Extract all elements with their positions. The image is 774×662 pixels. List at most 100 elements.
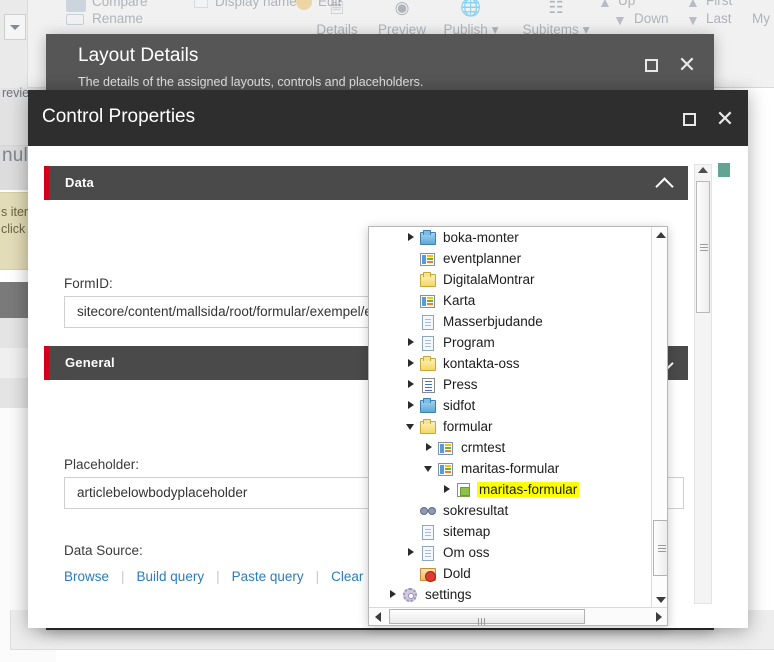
tree-collapse-toggle-icon[interactable] (405, 420, 418, 433)
tree-item[interactable]: kontakta-oss (369, 353, 651, 374)
maximize-icon (644, 58, 658, 72)
tree-item[interactable]: Dold (369, 563, 651, 584)
tree-expand-toggle-icon[interactable] (405, 357, 418, 370)
checkbox-icon[interactable] (194, 0, 208, 8)
tree-expand-toggle-icon[interactable] (405, 546, 418, 559)
layout-details-maximize-button[interactable] (638, 52, 664, 78)
tree-item[interactable]: DigitalaMontrar (369, 269, 651, 290)
tree-expand-toggle-icon[interactable] (423, 441, 436, 454)
tree-toggle-placeholder (405, 252, 418, 265)
scroll-right-arrow-icon (656, 611, 662, 622)
tree-scroll-right-button[interactable] (651, 608, 667, 625)
ribbon-details-button[interactable]: 🖹 Details (305, 0, 369, 37)
tree-expand-toggle-icon[interactable] (405, 336, 418, 349)
control-properties-titlebar: Control Properties ✕ (28, 90, 748, 146)
folder-red-icon (420, 566, 436, 582)
properties-vertical-scrollbar[interactable] (694, 164, 712, 604)
tree-scroll-down-button[interactable] (652, 592, 667, 608)
tree-item-label: Om oss (443, 545, 490, 560)
tree-hscrollbar-thumb[interactable] (389, 609, 585, 625)
double-chevron-up-icon: ▲ (686, 0, 700, 10)
ribbon-up-label[interactable]: Up (618, 0, 635, 8)
grid-item-icon (420, 293, 436, 309)
tree-item-label: sitemap (443, 524, 491, 539)
tree-item[interactable]: settings (369, 584, 651, 605)
document-green-icon (456, 482, 472, 498)
tree-item[interactable]: formular (369, 416, 651, 437)
tree-horizontal-scrollbar[interactable] (369, 607, 667, 625)
tree-vertical-scrollbar[interactable] (651, 227, 667, 608)
content-tree-popup: boka-monter eventplanner DigitalaMontrar Ka… (368, 226, 668, 626)
tree-expand-toggle-icon[interactable] (405, 378, 418, 391)
screen-root: Compare Display name Edit Rename 🖹 Detai… (0, 0, 774, 662)
list-item-icon (420, 377, 436, 393)
tree-expand-toggle-icon[interactable] (405, 399, 418, 412)
tree-expand-toggle-icon[interactable] (441, 483, 454, 496)
tree-item[interactable]: maritas-formular (369, 458, 651, 479)
preview-icon: ◉ (394, 0, 410, 17)
tree-item[interactable]: sitemap (369, 521, 651, 542)
tree-expand-toggle-icon[interactable] (405, 231, 418, 244)
ribbon-last-label[interactable]: Last (706, 11, 732, 26)
tree-item[interactable]: crmtest (369, 437, 651, 458)
background-notice-line-1: s iter (1, 205, 29, 219)
link-divider: | (121, 569, 125, 584)
close-icon: ✕ (715, 106, 735, 131)
ribbon-dropdown-button[interactable] (4, 14, 26, 40)
tree-scroll-up-button[interactable] (652, 227, 667, 243)
layout-details-close-button[interactable]: ✕ (674, 52, 700, 78)
ribbon-rename-label[interactable]: Rename (92, 11, 143, 26)
tree-item[interactable]: eventplanner (369, 248, 651, 269)
ribbon-publish-button[interactable]: 🌐 Publish ▾ (435, 0, 507, 38)
chevron-up-icon[interactable] (658, 176, 672, 190)
ribbon-first-label[interactable]: First (706, 0, 732, 8)
tree-scrollbar-thumb[interactable] (653, 520, 667, 576)
tree-item[interactable]: Om oss (369, 542, 651, 563)
formid-label: FormID: (64, 276, 113, 291)
control-properties-close-button[interactable]: ✕ (712, 106, 738, 132)
section-header-data[interactable]: Data (44, 166, 688, 200)
tree-item[interactable]: Press (369, 374, 651, 395)
tree-scroll-left-button[interactable] (370, 608, 386, 625)
ribbon-subitems-button[interactable]: ☷ Subitems ▾ (515, 0, 597, 38)
ribbon-myitems-label[interactable]: My i (752, 11, 774, 26)
double-chevron-down-icon: ▼ (686, 12, 700, 28)
grid-item-icon (420, 251, 436, 267)
compare-icon (66, 0, 86, 12)
tree-item[interactable]: maritas-formular (369, 479, 651, 500)
folder-blue-icon (420, 397, 436, 414)
document-icon (420, 524, 436, 540)
scroll-up-arrow-icon[interactable] (698, 167, 708, 173)
ribbon-preview-button[interactable]: ◉ Preview (370, 0, 434, 37)
folder-yellow-icon (420, 418, 436, 435)
tree-item[interactable]: Program (369, 332, 651, 353)
tree-item[interactable]: boka-monter (369, 227, 651, 248)
ribbon-down-label[interactable]: Down (634, 11, 669, 26)
tree-toggle-placeholder (405, 525, 418, 538)
clear-link[interactable]: Clear (331, 569, 363, 584)
scrollbar-grip-icon (478, 613, 487, 625)
control-properties-maximize-button[interactable] (676, 106, 702, 132)
gear-icon (402, 587, 418, 603)
build-query-link[interactable]: Build query (137, 569, 205, 584)
ribbon-compare-label: Compare (92, 0, 148, 9)
paste-query-link[interactable]: Paste query (232, 569, 304, 584)
tree-item[interactable]: Karta (369, 290, 651, 311)
tree-expand-toggle-icon[interactable] (387, 588, 400, 601)
browse-link[interactable]: Browse (64, 569, 109, 584)
tree-item[interactable]: Masserbjudande (369, 311, 651, 332)
details-icon: 🖹 (330, 0, 344, 17)
scrollbar-thumb[interactable] (696, 181, 710, 313)
content-tree-list: boka-monter eventplanner DigitalaMontrar Ka… (369, 227, 651, 608)
document-icon (420, 335, 436, 351)
tree-item[interactable]: sokresultat (369, 500, 651, 521)
tree-toggle-placeholder (405, 273, 418, 286)
scroll-up-arrow-icon (655, 232, 666, 238)
tree-collapse-toggle-icon[interactable] (423, 462, 436, 475)
rename-icon (66, 14, 84, 25)
tree-item-label: Dold (443, 566, 471, 581)
tree-item[interactable]: sidfot (369, 395, 651, 416)
glasses-icon (420, 503, 436, 519)
tree-toggle-placeholder (405, 294, 418, 307)
folder-yellow-icon (420, 271, 436, 288)
